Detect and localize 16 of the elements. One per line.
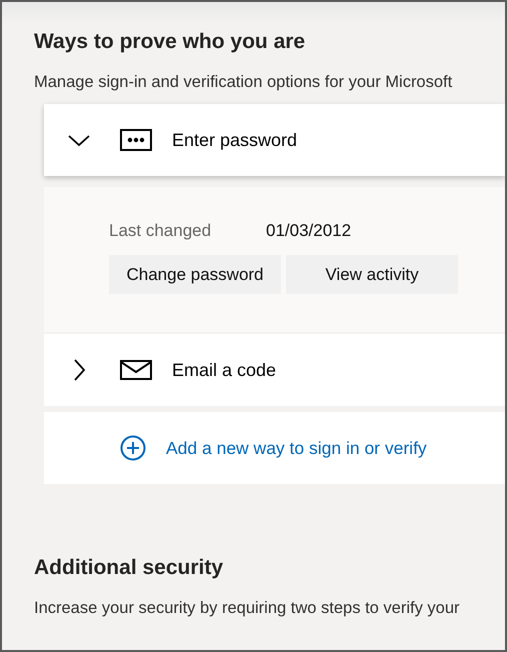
method-header[interactable]: Enter password xyxy=(44,104,505,176)
field-label: Last changed xyxy=(109,221,212,241)
add-method-link[interactable]: Add a new way to sign in or verify xyxy=(44,412,505,484)
section-heading: Additional security xyxy=(34,556,224,580)
change-password-button[interactable]: Change password xyxy=(109,255,281,294)
field-value: 01/03/2012 xyxy=(266,221,352,241)
password-icon xyxy=(120,129,152,151)
envelope-icon xyxy=(120,360,152,380)
view-activity-button[interactable]: View activity xyxy=(286,255,458,294)
method-label: Enter password xyxy=(172,130,298,150)
section-description: Increase your security by requiring two steps to verify your xyxy=(34,599,461,618)
section-heading: Ways to prove who you are xyxy=(34,30,306,54)
add-icon xyxy=(120,435,146,461)
section-description: Manage sign-in and verification options for your Microsoft xyxy=(34,73,454,92)
method-label: Email a code xyxy=(172,360,276,380)
method-header[interactable]: Email a code xyxy=(44,334,505,406)
